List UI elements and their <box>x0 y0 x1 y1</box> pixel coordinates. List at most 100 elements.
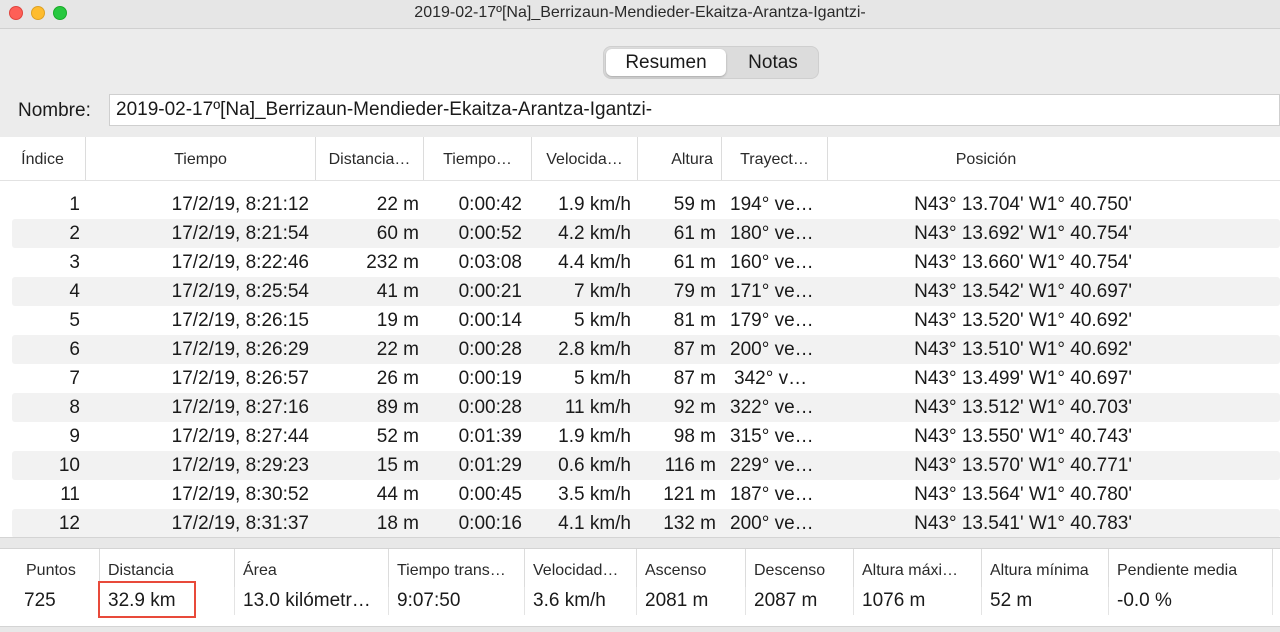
cell-distancia: 22 m <box>376 194 419 215</box>
cell-tiempo: 17/2/19, 8:26:15 <box>171 310 309 331</box>
cell-altura: 87 m <box>673 368 716 389</box>
cell-posicion: N43° 13.570' W1° 40.771' <box>914 455 1132 476</box>
table-row[interactable]: 5 17/2/19, 8:26:15 19 m 0:00:14 5 km/h 8… <box>12 306 1280 335</box>
summary-value-descenso: 2087 m <box>746 587 854 615</box>
cell-indice: 2 <box>69 223 80 244</box>
cell-distancia: 26 m <box>376 368 419 389</box>
summary-value-pendiente-media: -0.0 % <box>1109 587 1273 615</box>
table-row[interactable]: 4 17/2/19, 8:25:54 41 m 0:00:21 7 km/h 7… <box>12 277 1280 306</box>
cell-tiempo-trans: 0:01:39 <box>458 426 522 447</box>
cell-posicion: N43° 13.542' W1° 40.697' <box>914 281 1132 302</box>
table-row[interactable]: 3 17/2/19, 8:22:46 232 m 0:03:08 4.4 km/… <box>12 248 1280 277</box>
cell-posicion: N43° 13.564' W1° 40.780' <box>914 484 1132 505</box>
cell-distancia: 44 m <box>376 484 419 505</box>
tab-resumen[interactable]: Resumen <box>606 49 726 76</box>
summary-header-altura-maxima[interactable]: Altura máxi… <box>854 549 982 591</box>
window-title: 2019-02-17º[Na]_Berrizaun-Mendieder-Ekai… <box>414 4 866 21</box>
cell-trayecto: 342° v… <box>734 368 808 389</box>
table-row[interactable]: 6 17/2/19, 8:26:29 22 m 0:00:28 2.8 km/h… <box>12 335 1280 364</box>
cell-tiempo: 17/2/19, 8:27:44 <box>171 426 309 447</box>
cell-tiempo: 17/2/19, 8:21:12 <box>171 194 309 215</box>
column-header-indice[interactable]: Índice <box>0 137 86 180</box>
summary-header-altura-minima[interactable]: Altura mínima <box>982 549 1109 591</box>
table-row[interactable]: 11 17/2/19, 8:30:52 44 m 0:00:45 3.5 km/… <box>12 480 1280 509</box>
cell-velocidad: 4.4 km/h <box>558 252 631 273</box>
cell-posicion: N43° 13.510' W1° 40.692' <box>914 339 1132 360</box>
cell-posicion: N43° 13.520' W1° 40.692' <box>914 310 1132 331</box>
summary-header-puntos[interactable]: Puntos <box>18 549 100 591</box>
cell-velocidad: 7 km/h <box>573 281 631 302</box>
summary-header-descenso[interactable]: Descenso <box>746 549 854 591</box>
column-header-altura[interactable]: Altura <box>638 137 722 180</box>
table-row[interactable]: 12 17/2/19, 8:31:37 18 m 0:00:16 4.1 km/… <box>12 509 1280 538</box>
cell-altura: 61 m <box>673 252 716 273</box>
summary-header-area[interactable]: Área <box>235 549 389 591</box>
cell-tiempo: 17/2/19, 8:25:54 <box>171 281 309 302</box>
cell-distancia: 19 m <box>376 310 419 331</box>
cell-posicion: N43° 13.499' W1° 40.697' <box>914 368 1132 389</box>
table-row[interactable]: 1 17/2/19, 8:21:12 22 m 0:00:42 1.9 km/h… <box>12 190 1280 219</box>
summary-header-pendiente-media[interactable]: Pendiente media <box>1109 549 1273 591</box>
cell-indice: 5 <box>69 310 80 331</box>
cell-tiempo-trans: 0:00:28 <box>458 339 522 360</box>
cell-altura: 59 m <box>673 194 716 215</box>
summary-header-ascenso[interactable]: Ascenso <box>637 549 746 591</box>
column-header-trayecto[interactable]: Trayect… <box>722 137 828 180</box>
cell-trayecto: 194° ve… <box>730 194 814 215</box>
table-row[interactable]: 9 17/2/19, 8:27:44 52 m 0:01:39 1.9 km/h… <box>12 422 1280 451</box>
title-bar: 2019-02-17º[Na]_Berrizaun-Mendieder-Ekai… <box>0 0 1280 29</box>
cell-posicion: N43° 13.550' W1° 40.743' <box>914 426 1132 447</box>
summary-value-ascenso: 2081 m <box>637 587 746 615</box>
cell-tiempo: 17/2/19, 8:21:54 <box>171 223 309 244</box>
summary-value-area: 13.0 kilómetr… <box>235 587 389 615</box>
cell-trayecto: 200° ve… <box>730 339 814 360</box>
column-header-tiempo-trans[interactable]: Tiempo… <box>424 137 532 180</box>
points-table: Índice Tiempo Distancia… Tiempo… Velocid… <box>0 137 1280 538</box>
cell-distancia: 60 m <box>376 223 419 244</box>
column-header-posicion[interactable]: Posición <box>828 137 1144 180</box>
cell-altura: 98 m <box>673 426 716 447</box>
cell-trayecto: 180° ve… <box>730 223 814 244</box>
split-divider[interactable] <box>0 537 1280 549</box>
cell-altura: 87 m <box>673 339 716 360</box>
cell-altura: 116 m <box>664 455 716 476</box>
cell-trayecto: 179° ve… <box>730 310 814 331</box>
cell-posicion: N43° 13.692' W1° 40.754' <box>914 223 1132 244</box>
cell-tiempo: 17/2/19, 8:22:46 <box>171 252 309 273</box>
column-header-distancia[interactable]: Distancia… <box>316 137 424 180</box>
column-header-velocidad[interactable]: Velocida… <box>532 137 638 180</box>
cell-distancia: 15 m <box>376 455 419 476</box>
name-row: Nombre: 2019-02-17º[Na]_Berrizaun-Mendie… <box>0 90 1280 136</box>
cell-distancia: 22 m <box>376 339 419 360</box>
cell-indice: 3 <box>69 252 80 273</box>
table-row[interactable]: 8 17/2/19, 8:27:16 89 m 0:00:28 11 km/h … <box>12 393 1280 422</box>
cell-altura: 92 m <box>673 397 716 418</box>
cell-distancia: 89 m <box>376 397 419 418</box>
cell-tiempo: 17/2/19, 8:31:37 <box>171 513 309 534</box>
cell-tiempo-trans: 0:00:42 <box>458 194 522 215</box>
cell-trayecto: 322° ve… <box>730 397 814 418</box>
cell-trayecto: 200° ve… <box>730 513 814 534</box>
cell-velocidad: 1.9 km/h <box>558 194 631 215</box>
table-row[interactable]: 7 17/2/19, 8:26:57 26 m 0:00:19 5 km/h 8… <box>12 364 1280 393</box>
cell-tiempo-trans: 0:00:28 <box>458 397 522 418</box>
cell-trayecto: 315° ve… <box>730 426 814 447</box>
cell-velocidad: 4.2 km/h <box>558 223 631 244</box>
bottom-edge <box>0 626 1280 632</box>
cell-tiempo-trans: 0:00:16 <box>458 513 522 534</box>
table-row[interactable]: 10 17/2/19, 8:29:23 15 m 0:01:29 0.6 km/… <box>12 451 1280 480</box>
cell-posicion: N43° 13.512' W1° 40.703' <box>914 397 1132 418</box>
summary-header-tiempo-trans[interactable]: Tiempo trans… <box>389 549 525 591</box>
table-row[interactable]: 2 17/2/19, 8:21:54 60 m 0:00:52 4.2 km/h… <box>12 219 1280 248</box>
name-input[interactable]: 2019-02-17º[Na]_Berrizaun-Mendieder-Ekai… <box>109 94 1280 126</box>
cell-velocidad: 11 km/h <box>564 397 631 418</box>
cell-indice: 10 <box>58 455 80 476</box>
cell-velocidad: 5 km/h <box>573 310 631 331</box>
tab-notas[interactable]: Notas <box>728 47 818 78</box>
cell-tiempo-trans: 0:00:14 <box>458 310 522 331</box>
summary-value-velocidad: 3.6 km/h <box>525 587 637 615</box>
cell-velocidad: 5 km/h <box>573 368 631 389</box>
summary-header-velocidad[interactable]: Velocidad… <box>525 549 637 591</box>
cell-tiempo-trans: 0:00:19 <box>458 368 522 389</box>
column-header-tiempo[interactable]: Tiempo <box>86 137 316 180</box>
